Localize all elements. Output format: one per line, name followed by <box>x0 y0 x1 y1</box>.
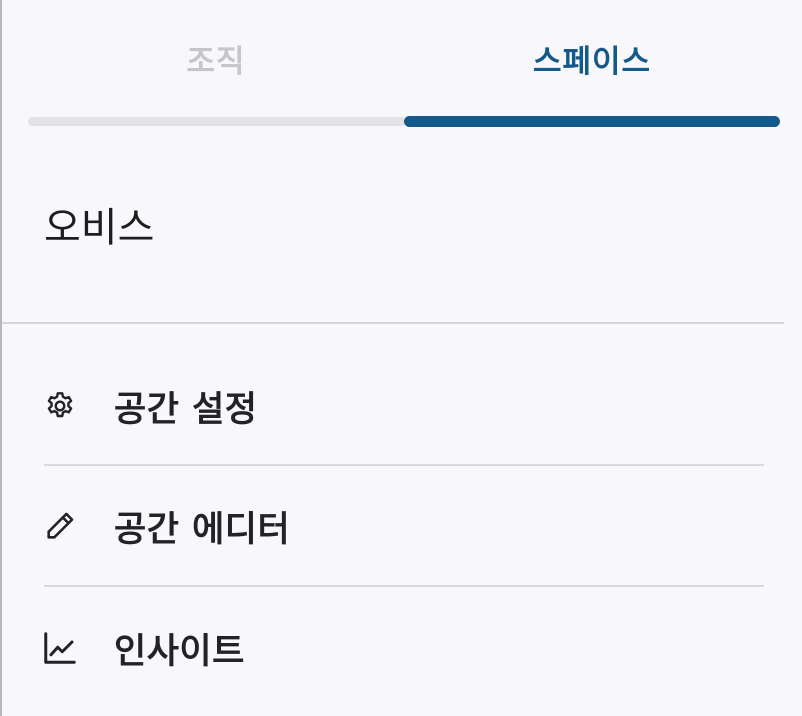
menu-item-space-editor[interactable]: 공간 에디터 <box>42 490 766 562</box>
menu-divider <box>44 585 764 587</box>
menu-item-label: 공간 에디터 <box>114 509 291 550</box>
space-title: 오비스 <box>44 205 155 251</box>
line-chart-icon <box>42 630 78 666</box>
tab-bar: 조직 스페이스 <box>28 0 780 128</box>
menu-item-space-settings[interactable]: 공간 설정 <box>42 370 766 442</box>
section-divider <box>2 322 784 324</box>
tab-organization-indicator <box>28 117 404 126</box>
tab-organization-label: 조직 <box>186 44 246 80</box>
menu-divider <box>44 464 764 466</box>
tab-space-active-indicator <box>404 116 780 127</box>
menu-item-label: 인사이트 <box>114 631 245 672</box>
gear-icon <box>42 388 78 424</box>
space-navigation-panel: 조직 스페이스 오비스 공간 설정 공간 에디터 인사이트 <box>0 0 802 716</box>
tab-space[interactable]: 스페이스 <box>404 0 780 128</box>
tab-organization[interactable]: 조직 <box>28 0 404 128</box>
pencil-icon <box>42 508 78 544</box>
menu-item-insights[interactable]: 인사이트 <box>42 612 766 684</box>
menu-item-label: 공간 설정 <box>114 389 258 430</box>
